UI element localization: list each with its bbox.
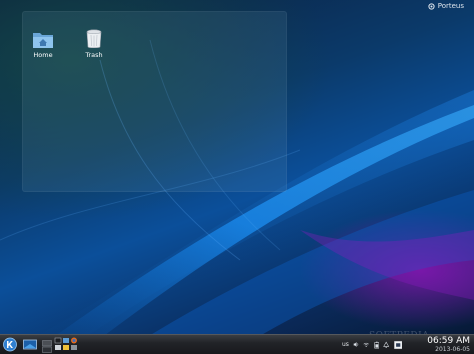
volume-icon[interactable] [353,340,359,349]
file-manager-icon[interactable] [63,338,69,343]
home-folder-icon [33,33,53,48]
show-desktop-icon [23,339,37,350]
device-notifier-icon [428,2,435,10]
device-notifier-label: Porteus [437,2,464,10]
browser-icon[interactable] [71,337,77,344]
tray-expander-icon[interactable] [393,339,402,351]
show-desktop-button[interactable] [22,337,38,352]
system-tray: us [342,337,402,352]
desktop-icon-label: Trash [85,51,103,59]
desktop: Home Trash Porteus SOFTPEDIA [0,0,474,354]
desktop-icon-home[interactable]: Home [23,29,63,59]
settings-icon[interactable] [55,345,77,350]
desktop-icon-trash[interactable]: Trash [74,29,114,59]
keyboard-layout-indicator[interactable]: us [342,337,349,352]
clock-date: 2013-06-05 [435,346,470,353]
quicklaunch-icons [54,337,77,350]
terminal-icon[interactable] [54,337,62,344]
pager-widget[interactable] [42,338,52,353]
network-icon[interactable] [363,340,370,349]
digital-clock[interactable]: 06:59 AM 2013-06-05 [424,336,470,353]
application-launcher-button[interactable] [2,337,18,352]
trash-icon [86,29,102,49]
kde-kickoff-icon [3,337,17,352]
battery-icon[interactable] [374,340,380,350]
pager-icon [42,340,52,353]
device-notifier[interactable]: Porteus [428,2,464,10]
clock-time: 06:59 AM [427,336,470,346]
desktop-icon-label: Home [33,51,53,59]
taskbar-panel: us 06:59 AM 2013-06-05 [0,334,474,354]
notifications-icon[interactable] [383,340,390,350]
quicklaunch-bar [54,337,88,352]
